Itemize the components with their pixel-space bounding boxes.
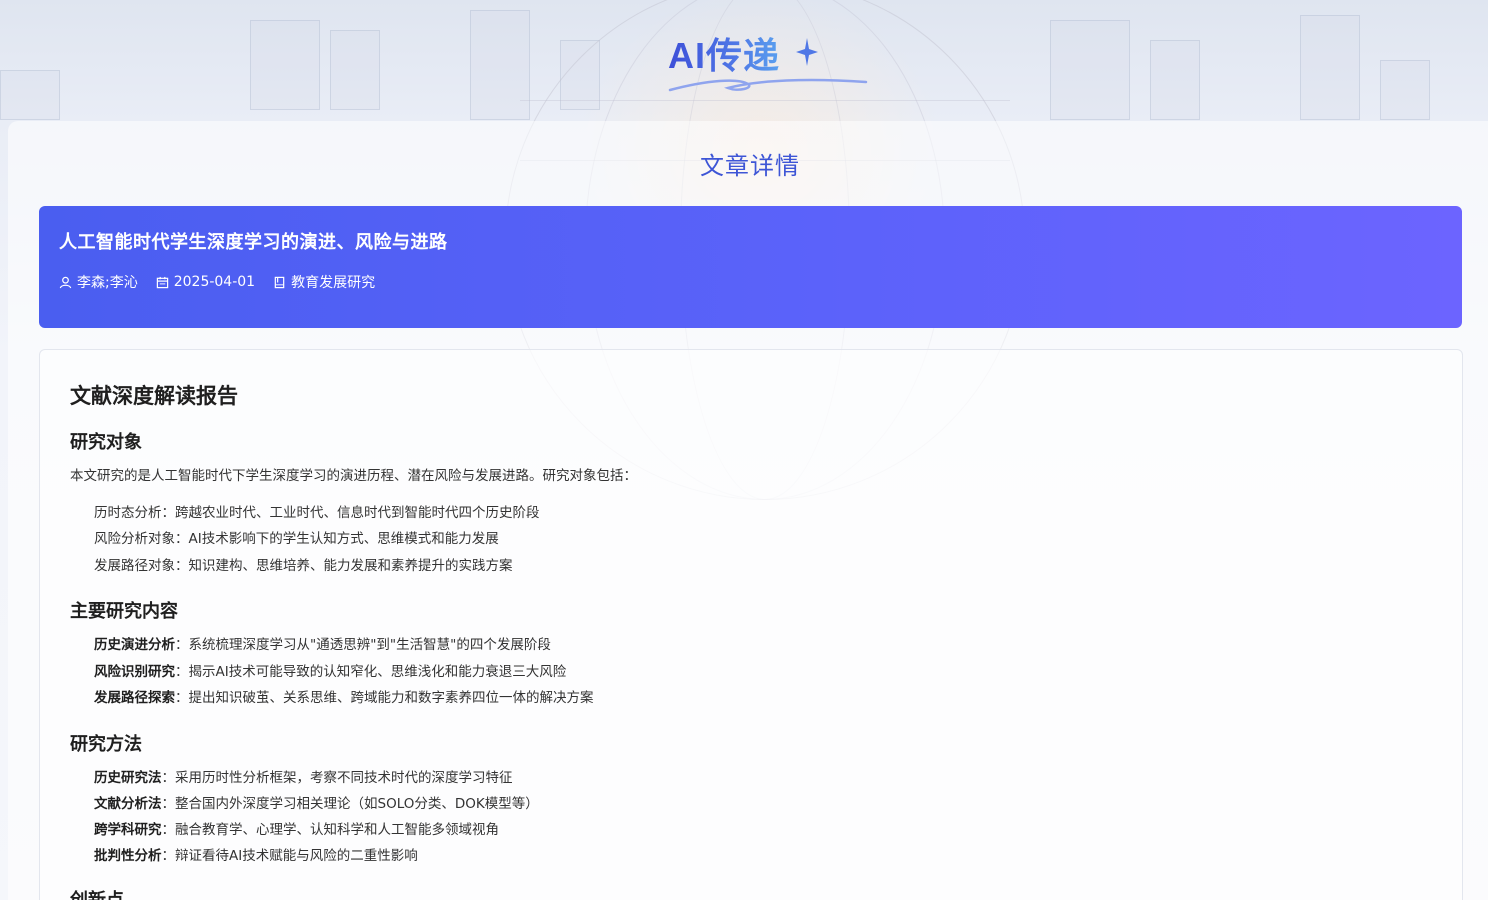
logo-swoosh-icon	[668, 78, 868, 92]
header: AI传递	[0, 0, 1488, 120]
list-item: 批判性分析：辩证看待AI技术赋能与风险的二重性影响	[94, 844, 418, 864]
section-title-method: 研究方法	[70, 734, 142, 755]
list-item-label: 文献分析法	[94, 796, 162, 812]
list-item: 跨学科研究：融合教育学、心理学、认知科学和人工智能多领域视角	[94, 818, 499, 838]
list-item-label: 批判性分析	[94, 848, 162, 864]
article-banner: 人工智能时代学生深度学习的演进、风险与进路 李森;李沁 2025-04-01 教…	[39, 206, 1462, 328]
list-item: 历史研究法：采用历时性分析框架，考察不同技术时代的深度学习特征	[94, 766, 513, 786]
logo[interactable]: AI传递	[668, 36, 868, 96]
list-item: 历时态分析：跨越农业时代、工业时代、信息时代到智能时代四个历史阶段	[94, 505, 540, 521]
page-title: 文章详情	[700, 152, 800, 180]
list-item: 文献分析法：整合国内外深度学习相关理论（如SOLO分类、DOK模型等）	[94, 792, 539, 812]
list-item-text: ：辩证看待AI技术赋能与风险的二重性影响	[161, 848, 418, 864]
list-item-text: ：揭示AI技术可能导致的认知窄化、思维浅化和能力衰退三大风险	[175, 664, 567, 680]
list-item-text: ：采用历时性分析框架，考察不同技术时代的深度学习特征	[161, 770, 513, 786]
authors-text: 李森;李沁	[77, 275, 138, 291]
sparkle-icon	[796, 38, 818, 66]
list-item: 发展路径对象：知识建构、思维培养、能力发展和素养提升的实践方案	[94, 558, 513, 574]
user-icon	[59, 276, 72, 288]
logo-text: AI传递	[668, 35, 781, 76]
section-title-innovation: 创新点	[70, 886, 124, 900]
calendar-icon	[156, 276, 168, 288]
date-text: 2025-04-01	[173, 274, 256, 290]
list-item-label: 跨学科研究	[94, 822, 162, 838]
section-intro: 本文研究的是人工智能时代下学生深度学习的演进历程、潜在风险与发展进路。研究对象包…	[70, 468, 637, 484]
list-item-label: 发展路径探索	[94, 690, 175, 706]
section-title-object: 研究对象	[70, 432, 142, 453]
journal-text: 教育发展研究	[291, 275, 376, 291]
list-item: 历史演进分析：系统梳理深度学习从"通透思辨"到"生活智慧"的四个发展阶段	[94, 633, 551, 653]
section-title-content: 主要研究内容	[70, 601, 178, 622]
list-item: 风险识别研究：揭示AI技术可能导致的认知窄化、思维浅化和能力衰退三大风险	[94, 660, 566, 680]
report-title: 文献深度解读报告	[70, 384, 238, 408]
meta-date: 2025-04-01	[156, 274, 255, 290]
list-item: 风险分析对象：AI技术影响下的学生认知方式、思维模式和能力发展	[94, 531, 499, 547]
article-title: 人工智能时代学生深度学习的演进、风险与进路	[59, 232, 448, 253]
list-item-label: 风险识别研究	[94, 664, 175, 680]
list-item-text: ：整合国内外深度学习相关理论（如SOLO分类、DOK模型等）	[161, 796, 539, 812]
meta-journal: 教育发展研究	[273, 272, 375, 292]
article-meta: 李森;李沁 2025-04-01 教育发展研究	[59, 272, 393, 292]
list-item: 发展路径探索：提出知识破茧、关系思维、跨域能力和数字素养四位一体的解决方案	[94, 686, 594, 706]
list-item-text: ：融合教育学、心理学、认知科学和人工智能多领域视角	[161, 822, 500, 838]
meta-authors: 李森;李沁	[59, 272, 138, 292]
list-item-text: ：系统梳理深度学习从"通透思辨"到"生活智慧"的四个发展阶段	[175, 637, 551, 653]
list-item-label: 历史研究法	[94, 770, 162, 786]
list-item-text: ：提出知识破茧、关系思维、跨域能力和数字素养四位一体的解决方案	[175, 690, 594, 706]
report-card: 文献深度解读报告 研究对象 本文研究的是人工智能时代下学生深度学习的演进历程、潜…	[39, 349, 1463, 900]
book-icon	[274, 276, 285, 288]
list-item-label: 历史演进分析	[94, 637, 175, 653]
